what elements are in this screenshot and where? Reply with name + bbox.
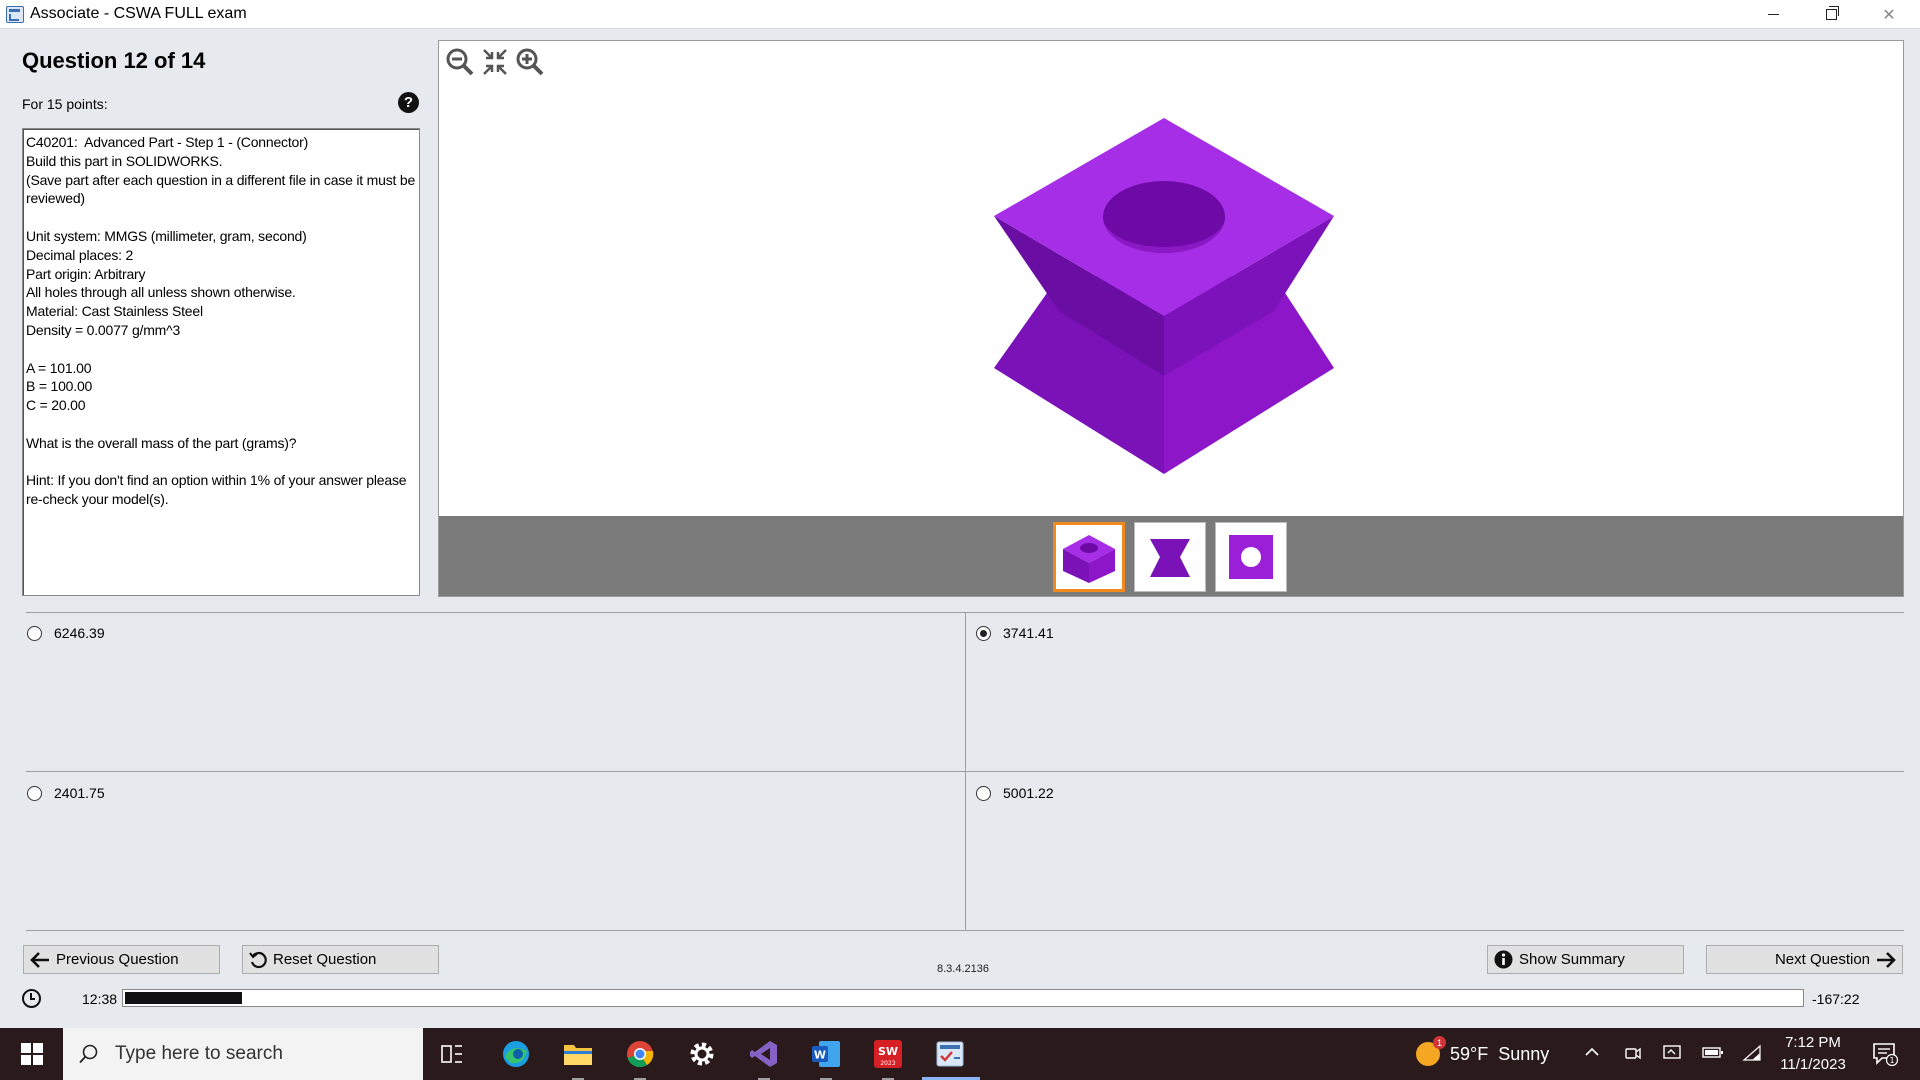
svg-text:W: W	[814, 1049, 826, 1062]
front-thumbnail-icon	[1150, 539, 1190, 577]
previous-question-label: Previous Question	[56, 951, 179, 968]
reset-question-button[interactable]: Reset Question	[242, 945, 439, 974]
weather-badge: 1	[1433, 1036, 1446, 1049]
answer-label: 2401.75	[54, 785, 105, 801]
clock-time: 7:12 PM	[1785, 1034, 1841, 1051]
task-view-icon[interactable]	[436, 1038, 468, 1070]
radio-button[interactable]	[27, 785, 42, 801]
thumbnail-strip	[439, 516, 1903, 596]
radio-button[interactable]	[976, 785, 991, 801]
title-bar: Associate - CSWA FULL exam ✕	[0, 0, 1920, 29]
time-progress-fill	[125, 992, 243, 1004]
answer-label: 6246.39	[54, 625, 105, 641]
start-button[interactable]	[0, 1028, 63, 1080]
zoom-toolbar	[445, 47, 545, 77]
next-question-label: Next Question	[1774, 951, 1870, 968]
close-button[interactable]: ✕	[1866, 0, 1912, 29]
chevron-up-icon[interactable]	[1584, 1044, 1600, 1065]
thumbnail-isometric[interactable]	[1053, 522, 1125, 592]
part-model-image	[994, 118, 1334, 474]
minimize-button[interactable]	[1750, 0, 1796, 29]
fit-icon[interactable]	[481, 47, 509, 77]
exam-app-icon[interactable]	[934, 1038, 966, 1070]
word-icon[interactable]: W	[810, 1038, 842, 1070]
show-summary-label: Show Summary	[1519, 951, 1625, 968]
chrome-icon[interactable]	[624, 1038, 656, 1070]
taskbar-search[interactable]: Type here to search	[63, 1028, 423, 1080]
svg-text:SW: SW	[878, 1045, 898, 1058]
weather-condition: Sunny	[1498, 1043, 1550, 1064]
notification-count: 1	[1889, 1056, 1894, 1065]
arrow-left-icon	[30, 951, 49, 968]
search-icon	[79, 1044, 98, 1064]
question-text: C40201: Advanced Part - Step 1 - (Connec…	[22, 128, 420, 596]
thumbnail-front[interactable]	[1134, 522, 1206, 592]
radio-button[interactable]	[27, 625, 42, 641]
zoom-in-icon[interactable]	[515, 47, 545, 77]
answers-divider	[26, 930, 1904, 931]
answer-option-4[interactable]: 5001.22	[976, 785, 1054, 801]
edge-icon[interactable]	[500, 1038, 532, 1070]
elapsed-time: 12:38	[82, 991, 118, 1007]
battery-icon[interactable]	[1702, 1044, 1724, 1065]
show-summary-button[interactable]: Show Summary	[1487, 945, 1684, 974]
meet-now-icon[interactable]	[1624, 1044, 1642, 1067]
display-icon[interactable]	[1662, 1044, 1682, 1067]
notification-center-icon[interactable]: 1	[1872, 1042, 1899, 1067]
restore-icon	[1825, 6, 1839, 20]
answer-label: 3741.41	[1003, 625, 1054, 641]
wifi-icon[interactable]	[1742, 1044, 1762, 1067]
minimize-icon	[1767, 14, 1779, 15]
solidworks-icon[interactable]: SW 2023	[872, 1038, 904, 1070]
answer-option-1[interactable]: 6246.39	[27, 625, 105, 641]
clock-date: 11/1/2023	[1780, 1056, 1846, 1073]
radio-button-selected[interactable]	[976, 625, 991, 641]
arrow-right-icon	[1877, 951, 1896, 968]
windows-icon	[20, 1043, 43, 1065]
top-thumbnail-icon	[1229, 535, 1273, 579]
taskbar: Type here to search W SW 2023 1 59°F Sunn…	[0, 1028, 1920, 1080]
close-icon: ✕	[1882, 6, 1896, 24]
version-label: 8.3.4.2136	[937, 963, 989, 975]
file-explorer-icon[interactable]	[562, 1038, 594, 1070]
visual-studio-icon[interactable]	[748, 1038, 780, 1070]
answers-divider	[965, 612, 966, 930]
help-icon[interactable]: ?	[398, 92, 419, 113]
solidworks-version: 2023	[880, 1060, 895, 1067]
app-icon	[6, 6, 24, 23]
question-title: Question 12 of 14	[22, 48, 206, 73]
answer-label: 5001.22	[1003, 785, 1054, 801]
clock-icon	[22, 989, 41, 1008]
reset-icon	[249, 951, 267, 968]
image-viewer	[438, 40, 1904, 597]
answer-option-2[interactable]: 3741.41	[976, 625, 1054, 641]
window-title: Associate - CSWA FULL exam	[30, 5, 247, 22]
remaining-time: -167:22	[1812, 991, 1860, 1007]
thumbnail-top[interactable]	[1215, 522, 1287, 592]
isometric-thumbnail-icon	[1063, 535, 1115, 583]
answer-option-3[interactable]: 2401.75	[27, 785, 105, 801]
search-placeholder: Type here to search	[115, 1043, 283, 1064]
clock[interactable]: 7:12 PM 11/1/2023	[1768, 1032, 1858, 1076]
maximize-button[interactable]	[1808, 0, 1854, 29]
reset-question-label: Reset Question	[273, 951, 377, 968]
question-points: For 15 points:	[22, 96, 108, 112]
previous-question-button[interactable]: Previous Question	[23, 945, 220, 974]
settings-icon[interactable]	[686, 1038, 718, 1070]
weather-widget[interactable]: 1 59°F Sunny	[1416, 1036, 1550, 1066]
info-icon	[1494, 950, 1513, 969]
next-question-button[interactable]: Next Question	[1706, 945, 1903, 974]
time-progress-bar	[122, 989, 1804, 1007]
weather-temp: 59°F	[1450, 1043, 1489, 1064]
sun-icon: 1	[1416, 1036, 1446, 1066]
zoom-out-icon[interactable]	[445, 47, 475, 77]
